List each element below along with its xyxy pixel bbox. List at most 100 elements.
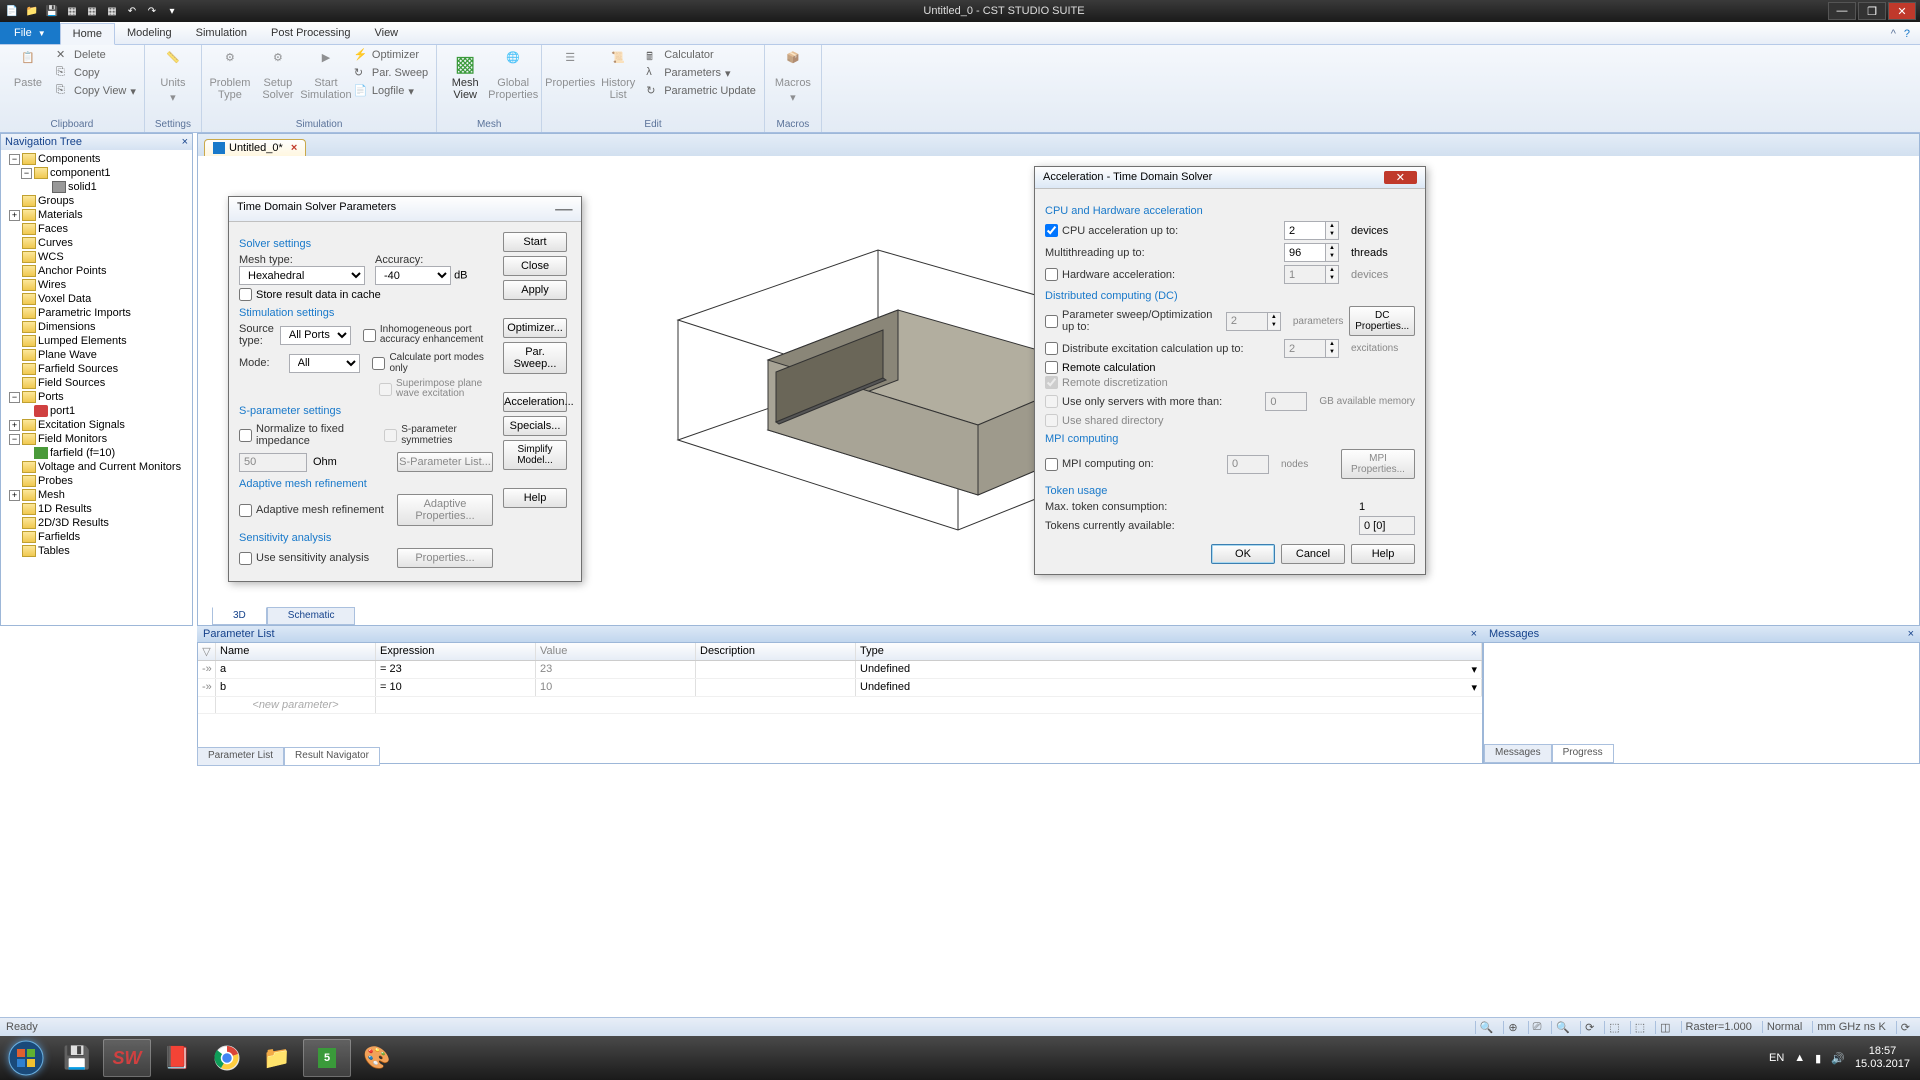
new-param-row[interactable]: <new parameter> [198,697,1482,714]
tab-parameter-list[interactable]: Parameter List [197,747,284,766]
help-button[interactable]: Help [1351,544,1415,564]
source-type-select[interactable]: All Ports [280,326,351,345]
status-icon[interactable]: ⬚ [1604,1021,1623,1034]
tree-item[interactable]: Groups [3,194,190,208]
tree-item[interactable]: port1 [3,404,190,418]
param-sweep-checkbox[interactable] [1045,315,1058,328]
spin-down-icon[interactable]: ▼ [1326,252,1338,260]
tree-item[interactable]: −Field Monitors [3,432,190,446]
start-button[interactable]: Start [503,232,567,252]
language-indicator[interactable]: EN [1769,1052,1784,1064]
close-button[interactable]: Close [503,256,567,276]
collapse-icon[interactable]: − [21,168,32,179]
properties-button[interactable]: ☰Properties [548,47,592,89]
sensitivity-checkbox[interactable] [239,552,252,565]
status-icon[interactable]: ◫ [1655,1021,1674,1034]
macros-button[interactable]: 📦Macros▾ [771,47,815,104]
tab-view[interactable]: View [362,22,410,44]
tray-icon[interactable]: ▲ [1794,1052,1805,1064]
taskbar-chrome-icon[interactable] [203,1039,251,1077]
copy-button[interactable]: ⎘Copy [54,65,138,81]
col-description[interactable]: Description [696,643,856,660]
qat-icon[interactable]: ▦ [64,3,80,19]
network-icon[interactable]: ▮ [1815,1052,1821,1065]
qat-dropdown-icon[interactable]: ▾ [164,3,180,19]
status-icon[interactable]: ⟳ [1580,1021,1598,1034]
taskbar-app-icon[interactable]: 5 [303,1039,351,1077]
hw-accel-checkbox[interactable] [1045,268,1058,281]
tree-item[interactable]: +Excitation Signals [3,418,190,432]
taskbar-app-icon[interactable]: 💾 [53,1039,101,1077]
collapse-icon[interactable]: − [9,434,20,445]
cpu-devices-input[interactable] [1284,221,1326,240]
tree-item[interactable]: Dimensions [3,320,190,334]
delete-button[interactable]: ✕Delete [54,47,138,63]
accuracy-select[interactable]: -40 [375,266,451,285]
optimizer-button[interactable]: Optimizer... [503,318,567,338]
status-icon[interactable]: ⊕ [1503,1021,1521,1034]
tree-item[interactable]: 1D Results [3,502,190,516]
taskbar-app-icon[interactable]: SW [103,1039,151,1077]
dc-properties-button[interactable]: DC Properties... [1349,306,1415,336]
col-name[interactable]: Name [216,643,376,660]
tree-item[interactable]: farfield (f=10) [3,446,190,460]
par-sweep-button[interactable]: Par. Sweep... [503,342,567,374]
paste-button[interactable]: 📋 Paste [6,47,50,89]
tree-item[interactable]: +Materials [3,208,190,222]
tree-item[interactable]: +Mesh [3,488,190,502]
tree-item[interactable]: Parametric Imports [3,306,190,320]
tab-modeling[interactable]: Modeling [115,22,184,44]
tree-item[interactable]: WCS [3,250,190,264]
taskbar-app-icon[interactable]: 📕 [153,1039,201,1077]
global-properties-button[interactable]: 🌐Global Properties [491,47,535,101]
qat-redo-icon[interactable]: ↷ [144,3,160,19]
tree-item[interactable]: Field Sources [3,376,190,390]
adaptive-checkbox[interactable] [239,504,252,517]
store-cache-checkbox[interactable] [239,288,252,301]
qat-icon[interactable]: ▦ [84,3,100,19]
taskbar-paint-icon[interactable]: 🎨 [353,1039,401,1077]
start-button[interactable] [2,1038,50,1078]
close-icon[interactable]: × [182,136,188,148]
optimizer-button[interactable]: ⚡Optimizer [352,47,430,63]
help-button[interactable]: Help [503,488,567,508]
tree-item[interactable]: Farfield Sources [3,362,190,376]
cancel-button[interactable]: Cancel [1281,544,1345,564]
col-type[interactable]: Type [856,643,1482,660]
calc-port-checkbox[interactable] [372,357,385,370]
spin-up-icon[interactable]: ▲ [1326,244,1338,252]
collapse-icon[interactable]: ⸺ [555,201,573,217]
tree-item[interactable]: Anchor Points [3,264,190,278]
tree-item[interactable]: −Components [3,152,190,166]
close-icon[interactable]: × [1908,628,1914,640]
maximize-button[interactable]: ❐ [1858,2,1886,20]
ok-button[interactable]: OK [1211,544,1275,564]
acceleration-button[interactable]: Acceleration... [503,392,567,412]
qat-new-icon[interactable]: 📄 [4,3,20,19]
threads-input[interactable] [1284,243,1326,262]
tree-item[interactable]: −component1 [3,166,190,180]
tab-progress[interactable]: Progress [1552,744,1614,763]
dist-exc-checkbox[interactable] [1045,342,1058,355]
status-icon[interactable]: ⟳ [1896,1021,1914,1034]
tab-result-navigator[interactable]: Result Navigator [284,747,380,766]
specials-button[interactable]: Specials... [503,416,567,436]
mpi-checkbox[interactable] [1045,458,1058,471]
tree-item[interactable]: Plane Wave [3,348,190,362]
history-list-button[interactable]: 📜History List [596,47,640,101]
tab-post-processing[interactable]: Post Processing [259,22,362,44]
tab-3d[interactable]: 3D [212,607,267,625]
status-icon[interactable]: 🔍 [1551,1021,1574,1034]
tree-item[interactable]: Probes [3,474,190,488]
setup-solver-button[interactable]: ⚙Setup Solver [256,47,300,101]
filter-icon[interactable]: ▽ [198,643,216,660]
start-sim-button[interactable]: ▶Start Simulation [304,47,348,101]
document-tab[interactable]: Untitled_0* × [204,139,306,156]
tree-item[interactable]: Voxel Data [3,292,190,306]
col-value[interactable]: Value [536,643,696,660]
param-update-button[interactable]: ↻Parametric Update [644,83,758,99]
status-icon[interactable]: ⬚ [1630,1021,1649,1034]
tree-item[interactable]: Wires [3,278,190,292]
tab-home[interactable]: Home [60,23,115,45]
expand-icon[interactable]: + [9,420,20,431]
